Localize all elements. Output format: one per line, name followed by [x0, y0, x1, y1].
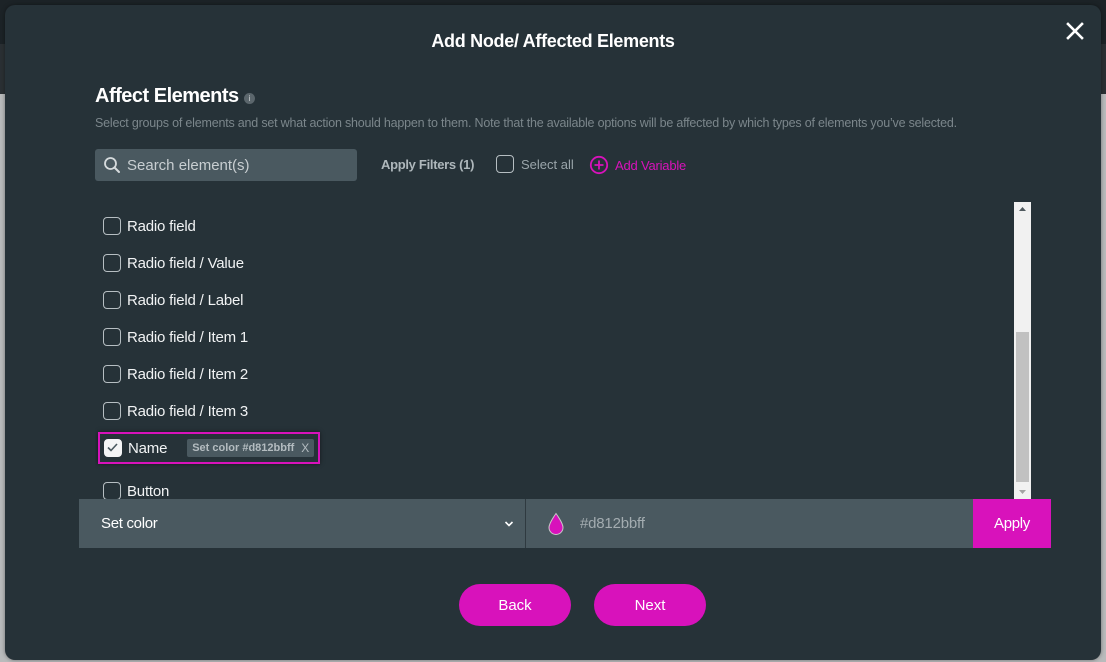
modal-title: Add Node/ Affected Elements — [431, 31, 675, 51]
close-icon — [1066, 22, 1084, 40]
chevron-down-icon — [504, 520, 514, 527]
list-item-label: Radio field / Value — [127, 254, 244, 272]
action-select[interactable]: Set color — [79, 499, 526, 548]
list-item[interactable]: Radio field / Item 1 — [103, 325, 248, 349]
next-button[interactable]: Next — [594, 584, 706, 626]
color-input[interactable]: #d812bbff — [526, 499, 973, 548]
list-item-label: Button — [127, 482, 170, 500]
remove-tag-button[interactable]: X — [301, 441, 309, 455]
list-item[interactable]: Radio field / Value — [103, 251, 244, 275]
info-icon[interactable]: i — [243, 93, 255, 104]
checkbox[interactable] — [103, 291, 121, 309]
checkbox[interactable] — [103, 217, 121, 235]
select-all-checkbox[interactable]: Select all — [496, 155, 574, 173]
list-item-selected[interactable]: Name Set color #d812bbff X — [98, 432, 321, 464]
list-item[interactable]: Radio field / Item 2 — [103, 362, 248, 386]
add-variable-label: Add Variable — [615, 157, 687, 173]
list-item-label: Name — [128, 439, 168, 457]
action-bar: Set color #d812bbff Apply — [79, 499, 1051, 548]
select-all-box[interactable] — [496, 155, 514, 173]
list-item[interactable]: Button — [103, 479, 169, 499]
checkmark-icon — [107, 443, 118, 452]
plus-circle-icon — [589, 155, 609, 175]
scroll-down-button[interactable] — [1014, 485, 1031, 499]
arrow-down-icon — [1019, 490, 1026, 494]
checkbox[interactable] — [103, 365, 121, 383]
section-title-text: Affect Elements — [95, 85, 239, 107]
checkbox[interactable] — [103, 328, 121, 346]
list-item[interactable]: Radio field — [103, 214, 196, 238]
arrow-up-icon — [1019, 207, 1026, 211]
list-item-label: Radio field / Item 1 — [127, 328, 249, 346]
list-item[interactable]: Radio field / Item 3 — [103, 399, 248, 423]
add-variable-button[interactable]: Add Variable — [589, 155, 686, 175]
list-item-label: Radio field / Item 3 — [127, 402, 249, 420]
apply-filters-button[interactable]: Apply Filters (1) — [381, 157, 474, 172]
checkbox[interactable] — [103, 482, 121, 499]
add-node-modal: Add Node/ Affected Elements Affect Eleme… — [5, 5, 1101, 660]
scroll-thumb[interactable] — [1016, 332, 1029, 482]
list-item-label: Radio field / Item 2 — [127, 365, 249, 383]
search-icon — [104, 157, 120, 173]
list-item-label: Radio field — [127, 217, 196, 235]
search-input[interactable] — [127, 156, 347, 174]
action-tag: Set color #d812bbff X — [187, 439, 315, 457]
section-description: Select groups of elements and set what a… — [95, 116, 957, 130]
section-title: Affect Elements i — [95, 85, 255, 108]
action-tag-label: Set color #d812bbff — [192, 442, 295, 454]
scroll-up-button[interactable] — [1014, 202, 1031, 216]
search-box[interactable] — [95, 149, 357, 181]
list-scrollbar[interactable] — [1014, 202, 1031, 499]
action-select-value: Set color — [101, 515, 158, 532]
color-drop-icon[interactable] — [546, 512, 566, 536]
select-all-label: Select all — [521, 156, 574, 172]
checkbox-checked[interactable] — [104, 439, 122, 457]
element-list: Radio field Radio field / Value Radio fi… — [95, 203, 1015, 499]
back-button[interactable]: Back — [459, 584, 571, 626]
list-item[interactable]: Radio field / Label — [103, 288, 243, 312]
list-item-label: Radio field / Label — [127, 291, 244, 309]
close-button[interactable] — [1063, 19, 1087, 43]
color-value: #d812bbff — [580, 515, 645, 532]
checkbox[interactable] — [103, 254, 121, 272]
apply-button[interactable]: Apply — [973, 499, 1051, 548]
checkbox[interactable] — [103, 402, 121, 420]
